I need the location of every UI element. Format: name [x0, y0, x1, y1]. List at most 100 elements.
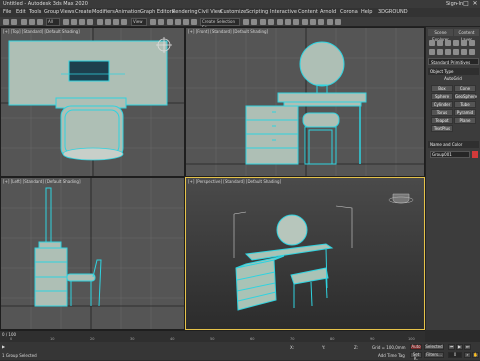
menu-arnold[interactable]: Arnold	[320, 9, 336, 15]
menu-group[interactable]: Group	[44, 9, 59, 15]
viewport-perspective[interactable]: [+] [Perspective] [Standard] [Default Sh…	[185, 177, 425, 330]
time-slider[interactable]: 0 / 100 0 10 20 30 40 50 60 70 80 90 100	[0, 330, 425, 342]
primitive-type-dropdown[interactable]: Standard Primitives	[428, 58, 479, 65]
select-object-icon[interactable]	[63, 19, 69, 25]
close-button[interactable]: ✕	[470, 0, 480, 8]
percent-snap-icon[interactable]	[183, 19, 189, 25]
cylinder-button[interactable]: Cylinder	[431, 101, 453, 108]
corona-render-icon[interactable]	[327, 19, 333, 25]
key-filter-dropdown[interactable]: Selected	[424, 344, 444, 350]
helpers-icon[interactable]	[461, 49, 467, 55]
menu-animation[interactable]: Animation	[115, 9, 141, 15]
menu-corona[interactable]: Corona	[340, 9, 358, 15]
create-icon[interactable]	[429, 40, 435, 46]
plane-button[interactable]: Plane	[454, 117, 476, 124]
menu-graph-editors[interactable]: Graph Editors	[140, 9, 174, 15]
menu-create[interactable]: Create	[75, 9, 92, 15]
shapes-icon[interactable]	[437, 49, 443, 55]
select-by-name-icon[interactable]	[71, 19, 77, 25]
menu-tools[interactable]: Tools	[29, 9, 41, 15]
maxscript-listener-icon[interactable]: ▶	[2, 344, 5, 349]
menu-scripting[interactable]: Scripting	[246, 9, 268, 15]
sphere-button[interactable]: Sphere	[431, 93, 453, 100]
align-icon[interactable]	[251, 19, 257, 25]
menu-content[interactable]: Content	[298, 9, 318, 15]
ribbon-icon[interactable]	[268, 19, 274, 25]
rectangular-selection-icon[interactable]	[79, 19, 85, 25]
viewport-front-label[interactable]: [+] [Front] [Standard] [Default Shading]	[188, 29, 268, 34]
key-filters-button[interactable]: Filters...	[424, 352, 444, 358]
cone-button[interactable]: Cone	[454, 85, 476, 92]
teapot-button[interactable]: Teapot	[431, 117, 453, 124]
interactive-render-icon[interactable]	[335, 19, 341, 25]
utilities-icon[interactable]	[469, 40, 475, 46]
render-setup-icon[interactable]	[302, 19, 308, 25]
unlink-icon[interactable]	[29, 19, 35, 25]
motion-icon[interactable]	[453, 40, 459, 46]
menu-file[interactable]: File	[3, 9, 11, 15]
add-time-tag[interactable]: Add Time Tag	[378, 353, 405, 358]
cameras-icon[interactable]	[453, 49, 459, 55]
angle-snap-icon[interactable]	[175, 19, 181, 25]
bind-space-warp-icon[interactable]	[37, 19, 43, 25]
tab-content-layer[interactable]: Content Layer	[454, 29, 479, 42]
scale-icon[interactable]	[113, 19, 119, 25]
auto-key-button[interactable]: Auto	[410, 344, 422, 350]
link-icon[interactable]	[21, 19, 27, 25]
go-to-start-icon[interactable]: ⏮	[448, 344, 455, 350]
material-editor-icon[interactable]	[293, 19, 299, 25]
menu-modifiers[interactable]: Modifiers	[92, 9, 115, 15]
zoom-icon[interactable]: ⌕	[464, 352, 471, 358]
torus-button[interactable]: Torus	[431, 109, 453, 116]
object-name-field[interactable]: Group001	[430, 151, 470, 158]
modify-icon[interactable]	[437, 40, 443, 46]
viewport-top[interactable]: [+] [Top] [Standard] [Default Shading]	[0, 27, 185, 177]
window-crossing-icon[interactable]	[87, 19, 93, 25]
lights-icon[interactable]	[445, 49, 451, 55]
snaps-toggle-icon[interactable]	[167, 19, 173, 25]
schematic-view-icon[interactable]	[285, 19, 291, 25]
named-selection-sets-dropdown[interactable]: Create Selection Se	[200, 18, 240, 30]
tab-scene-explorer[interactable]: Scene Explorer	[428, 29, 453, 42]
menu-rendering[interactable]: Rendering	[172, 9, 198, 15]
menu-interactive[interactable]: Interactive	[270, 9, 297, 15]
select-manipulate-icon[interactable]	[158, 19, 164, 25]
viewport-left[interactable]: [+] [Left] [Standard] [Default Shading]	[0, 177, 185, 330]
render-production-icon[interactable]	[318, 19, 324, 25]
set-key-button[interactable]: Set K.	[410, 352, 422, 361]
auto-grid-checkbox[interactable]: AutoGrid	[442, 76, 464, 83]
menu-3dground[interactable]: 3DGROUND	[378, 9, 408, 15]
object-type-rollout[interactable]: Object Type	[428, 68, 479, 75]
pyramid-button[interactable]: Pyramid	[454, 109, 476, 116]
play-icon[interactable]: ▶	[456, 344, 463, 350]
viewport-top-label[interactable]: [+] [Top] [Standard] [Default Shading]	[3, 29, 80, 34]
rotate-icon[interactable]	[105, 19, 111, 25]
current-frame-field[interactable]: 0	[448, 352, 462, 358]
space-warps-icon[interactable]	[469, 49, 475, 55]
reference-coordinate-dropdown[interactable]: View	[131, 18, 147, 26]
viewport-front[interactable]: [+] [Front] [Standard] [Default Shading]	[185, 27, 425, 177]
pivot-center-icon[interactable]	[150, 19, 156, 25]
go-to-end-icon[interactable]: ⏭	[464, 344, 471, 350]
rendered-frame-window-icon[interactable]	[310, 19, 316, 25]
redo-icon[interactable]	[11, 19, 17, 25]
menu-edit[interactable]: Edit	[16, 9, 26, 15]
move-icon[interactable]	[97, 19, 103, 25]
viewport-left-label[interactable]: [+] [Left] [Standard] [Default Shading]	[3, 179, 81, 184]
name-and-color-rollout[interactable]: Name and Color	[428, 141, 479, 148]
menu-help[interactable]: Help	[361, 9, 372, 15]
textplus-button[interactable]: TextPlus	[431, 125, 453, 132]
menu-customize[interactable]: Customize	[220, 9, 246, 15]
menu-views[interactable]: Views	[60, 9, 74, 15]
object-color-swatch[interactable]	[472, 151, 478, 158]
selection-filter-dropdown[interactable]: All	[46, 18, 60, 26]
geometry-icon[interactable]	[429, 49, 435, 55]
hierarchy-icon[interactable]	[445, 40, 451, 46]
display-icon[interactable]	[461, 40, 467, 46]
place-icon[interactable]	[121, 19, 127, 25]
menu-civil-view[interactable]: Civil View	[198, 9, 222, 15]
viewport-perspective-label[interactable]: [+] [Perspective] [Standard] [Default Sh…	[188, 179, 281, 184]
geosphere-button[interactable]: GeoSphere	[454, 93, 477, 100]
box-button[interactable]: Box	[431, 85, 453, 92]
pan-icon[interactable]: ✋	[472, 352, 479, 358]
